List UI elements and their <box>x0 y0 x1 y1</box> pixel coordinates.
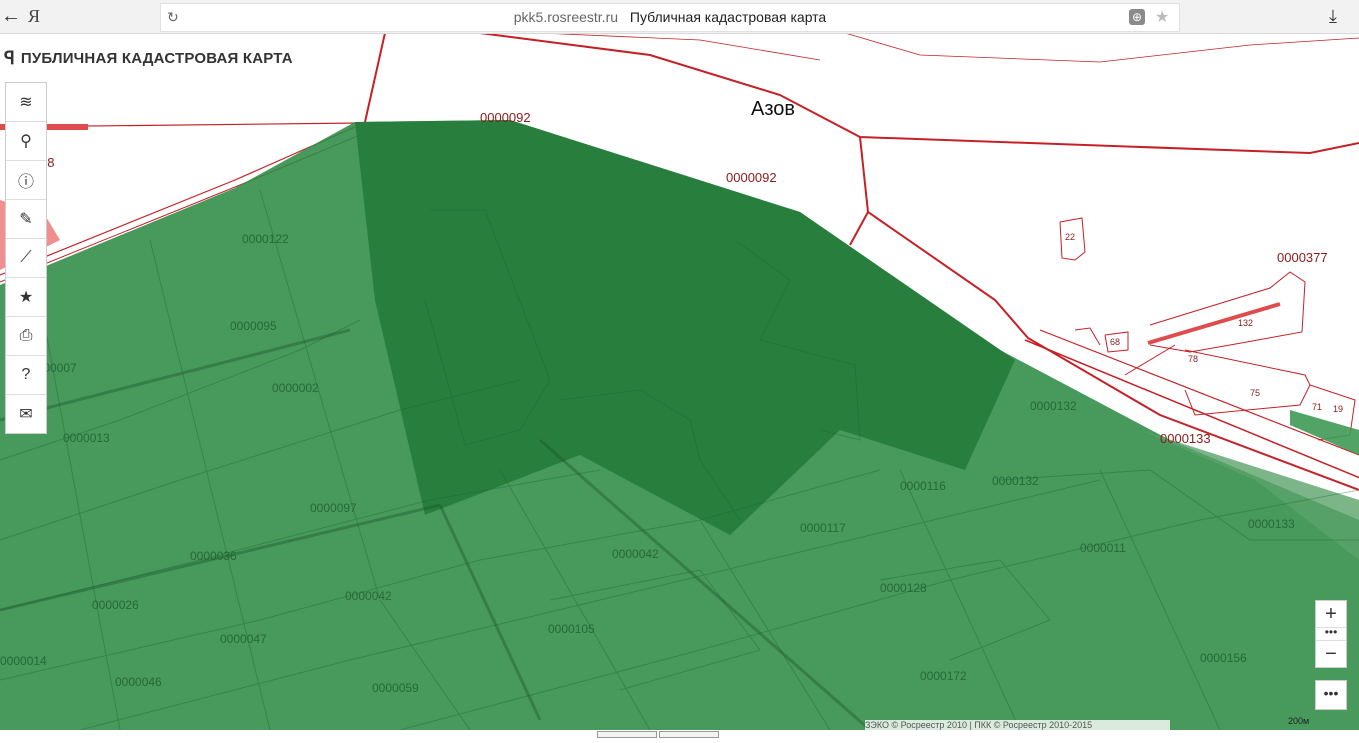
zoom-out-button[interactable]: − <box>1316 641 1346 667</box>
parcel-label: 0000046 <box>115 675 162 689</box>
star-icon: ★ <box>18 289 34 306</box>
parcel-label: 0000133 <box>1248 517 1295 531</box>
draw-button[interactable]: ✎ <box>6 200 46 239</box>
download-icon[interactable]: ⤓ <box>1320 0 1346 33</box>
address-bar[interactable]: pkk5.rosreestr.ru Публичная кадастровая … <box>160 3 1180 32</box>
measure-button[interactable]: ⟋ <box>6 239 46 278</box>
layers-button[interactable]: ≋ <box>6 83 46 122</box>
parcel-label: 0000117 <box>800 521 846 535</box>
zoom-in-button[interactable]: + <box>1316 601 1346 627</box>
parcel-label: 0000014 <box>0 654 47 668</box>
mail-icon: ✉ <box>19 406 33 423</box>
parcel-label: 0000013 <box>63 431 110 445</box>
parcel-label: 0000092 <box>726 170 777 185</box>
parcel-label: 0000116 <box>900 479 946 493</box>
help-button[interactable]: ? <box>6 356 46 395</box>
map-toolbar: ≋ ⚲ ⓘ ✎ ⟋ ★ ⎙ ? ✉ <box>5 82 47 434</box>
url-domain: pkk5.rosreestr.ru <box>513 9 619 25</box>
help-icon: ? <box>21 366 31 383</box>
basemap-switcher <box>597 725 721 743</box>
parcel-label: 75 <box>1250 388 1260 398</box>
print-button[interactable]: ⎙ <box>6 317 46 356</box>
parcel-label: 0000156 <box>1200 651 1247 665</box>
info-button[interactable]: ⓘ <box>6 161 46 200</box>
parcel-label: 0000036 <box>190 549 237 563</box>
rosreestr-logo-icon: ꟼ <box>4 48 15 68</box>
parcel-label: 0000026 <box>92 598 139 612</box>
ruler-icon: ⟋ <box>20 249 32 266</box>
cadastral-map[interactable]: Азов 0000092 0000092 98 0000377 22 132 6… <box>0 33 1359 730</box>
more-options-button[interactable]: ••• <box>1315 680 1347 710</box>
parcel-label: 0000128 <box>880 581 927 595</box>
reload-icon[interactable]: ↻ <box>167 4 179 31</box>
parcel-label: 0000377 <box>1277 250 1328 265</box>
parcel-label: 0000011 <box>1080 541 1126 555</box>
address-text[interactable]: pkk5.rosreestr.ru Публичная кадастровая … <box>161 4 1179 31</box>
scale-bar: 200м <box>1288 716 1310 726</box>
parcel-label: 71 <box>1312 402 1322 412</box>
parcel-label: 132 <box>1238 318 1253 328</box>
parcel-label: 0000002 <box>272 381 319 395</box>
browser-toolbar: ← Я pkk5.rosreestr.ru Публичная кадастро… <box>0 0 1359 34</box>
parcel-label: 0000133 <box>1160 431 1211 446</box>
parcel-label: 0000042 <box>345 589 392 603</box>
search-icon: ⚲ <box>20 133 32 150</box>
map-attribution: ЗЭКО © Росреестр 2010 | ПКК © Росреестр … <box>865 720 1170 730</box>
basemap-tab[interactable] <box>659 731 719 738</box>
parcel-label: 0000172 <box>920 669 967 683</box>
parcel-label: 0000105 <box>548 622 595 636</box>
zoom-control: + ••• − <box>1315 600 1347 668</box>
tab-page-title: Публичная кадастровая карта <box>629 9 827 25</box>
parcel-label: 0000095 <box>230 319 277 333</box>
parcel-label: 22 <box>1065 232 1075 242</box>
parcel-label: 78 <box>1188 354 1198 364</box>
basemap-tab[interactable] <box>597 731 657 738</box>
bookmark-star-icon[interactable]: ★ <box>1155 4 1169 31</box>
favorites-button[interactable]: ★ <box>6 278 46 317</box>
parcel-label: 19 <box>1333 404 1343 414</box>
parcel-label: 0000132 <box>1030 399 1077 413</box>
app-title: ПУБЛИЧНАЯ КАДАСТРОВАЯ КАРТА <box>20 50 293 67</box>
info-icon: ⓘ <box>17 174 34 191</box>
parcel-label: 0000042 <box>612 547 659 561</box>
layers-icon: ≋ <box>19 94 33 111</box>
parcel-label: 0000047 <box>220 632 267 646</box>
back-arrow-icon[interactable]: ← <box>0 0 22 33</box>
parcel-label: 0000122 <box>242 232 289 246</box>
app-header: ꟼ ПУБЛИЧНАЯ КАДАСТРОВАЯ КАРТА <box>4 48 293 69</box>
parcel-label: 0000059 <box>372 681 419 695</box>
search-button[interactable]: ⚲ <box>6 122 46 161</box>
parcel-label: 0000132 <box>992 474 1039 488</box>
feedback-button[interactable]: ✉ <box>6 395 46 433</box>
yandex-logo[interactable]: Я <box>28 0 40 33</box>
print-icon: ⎙ <box>19 327 33 344</box>
parcel-label: 68 <box>1110 337 1120 347</box>
secure-connection-icon[interactable]: ⊕ <box>1129 9 1145 25</box>
parcel-label: 0000092 <box>480 110 531 125</box>
pencil-icon: ✎ <box>19 211 33 228</box>
city-label: Азов <box>751 98 795 120</box>
parcel-label: 0000097 <box>310 501 357 515</box>
zoom-slider-handle[interactable]: ••• <box>1316 626 1346 641</box>
